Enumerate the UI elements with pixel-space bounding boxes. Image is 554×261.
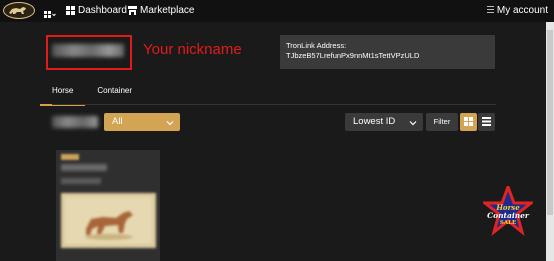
- grid-view-button[interactable]: [460, 113, 477, 131]
- inventory-tabs: Horse Container: [40, 86, 156, 106]
- tronlink-address-panel: TronLink Address: TJbzeB57LrefunPx9nnMt1…: [280, 35, 495, 69]
- nav-marketplace-link[interactable]: Marketplace: [128, 5, 194, 16]
- nickname-blurred: [52, 44, 124, 57]
- chevron-down-icon: [409, 118, 417, 126]
- marketplace-icon: [128, 6, 137, 15]
- tab-container[interactable]: Container: [97, 86, 132, 106]
- promo-line3: SALE: [499, 220, 517, 226]
- container-sale-promo[interactable]: Horse Container SALE: [483, 186, 533, 236]
- horse-image: [61, 193, 156, 248]
- sort-select-value: Lowest ID: [353, 116, 396, 127]
- horse-name-blurred: [61, 164, 107, 171]
- dashboard-icon: [66, 6, 75, 15]
- type-select[interactable]: All: [104, 113, 180, 131]
- hamburger-icon: [486, 5, 494, 16]
- list-view-icon: [482, 117, 491, 126]
- type-select-value: All: [112, 116, 123, 127]
- tronlink-address[interactable]: TJbzeB57LrefunPx9nnMt1sTettVPzULD: [286, 51, 489, 61]
- nav-dashboard-label: Dashboard: [78, 5, 127, 16]
- top-navbar: Dashboard Marketplace My account: [0, 0, 554, 22]
- tronlink-label: TronLink Address:: [286, 41, 347, 50]
- my-account-label: My account: [496, 5, 548, 16]
- item-count-blurred: [52, 116, 98, 128]
- nav-marketplace-label: Marketplace: [140, 5, 195, 16]
- horse-info-blurred: [61, 178, 101, 184]
- tabs-divider: [52, 104, 496, 105]
- promo-line2: Container: [487, 211, 529, 220]
- logo-icon[interactable]: [3, 2, 35, 19]
- my-account-menu[interactable]: My account: [486, 5, 548, 16]
- scrollbar-thumb[interactable]: [547, 30, 553, 215]
- filter-button[interactable]: Filter: [426, 113, 458, 131]
- nav-dashboard-link[interactable]: Dashboard: [66, 5, 127, 16]
- nickname-annotation: Your nickname: [143, 41, 242, 58]
- grid-menu-icon[interactable]: [44, 7, 56, 18]
- chevron-down-icon: [166, 118, 174, 126]
- tab-horse[interactable]: Horse: [40, 86, 86, 106]
- sort-select[interactable]: Lowest ID: [345, 113, 423, 131]
- horse-badge-blurred: [61, 154, 79, 160]
- horse-card[interactable]: [56, 150, 160, 261]
- list-view-button[interactable]: [478, 113, 495, 131]
- grid-view-icon: [464, 117, 473, 126]
